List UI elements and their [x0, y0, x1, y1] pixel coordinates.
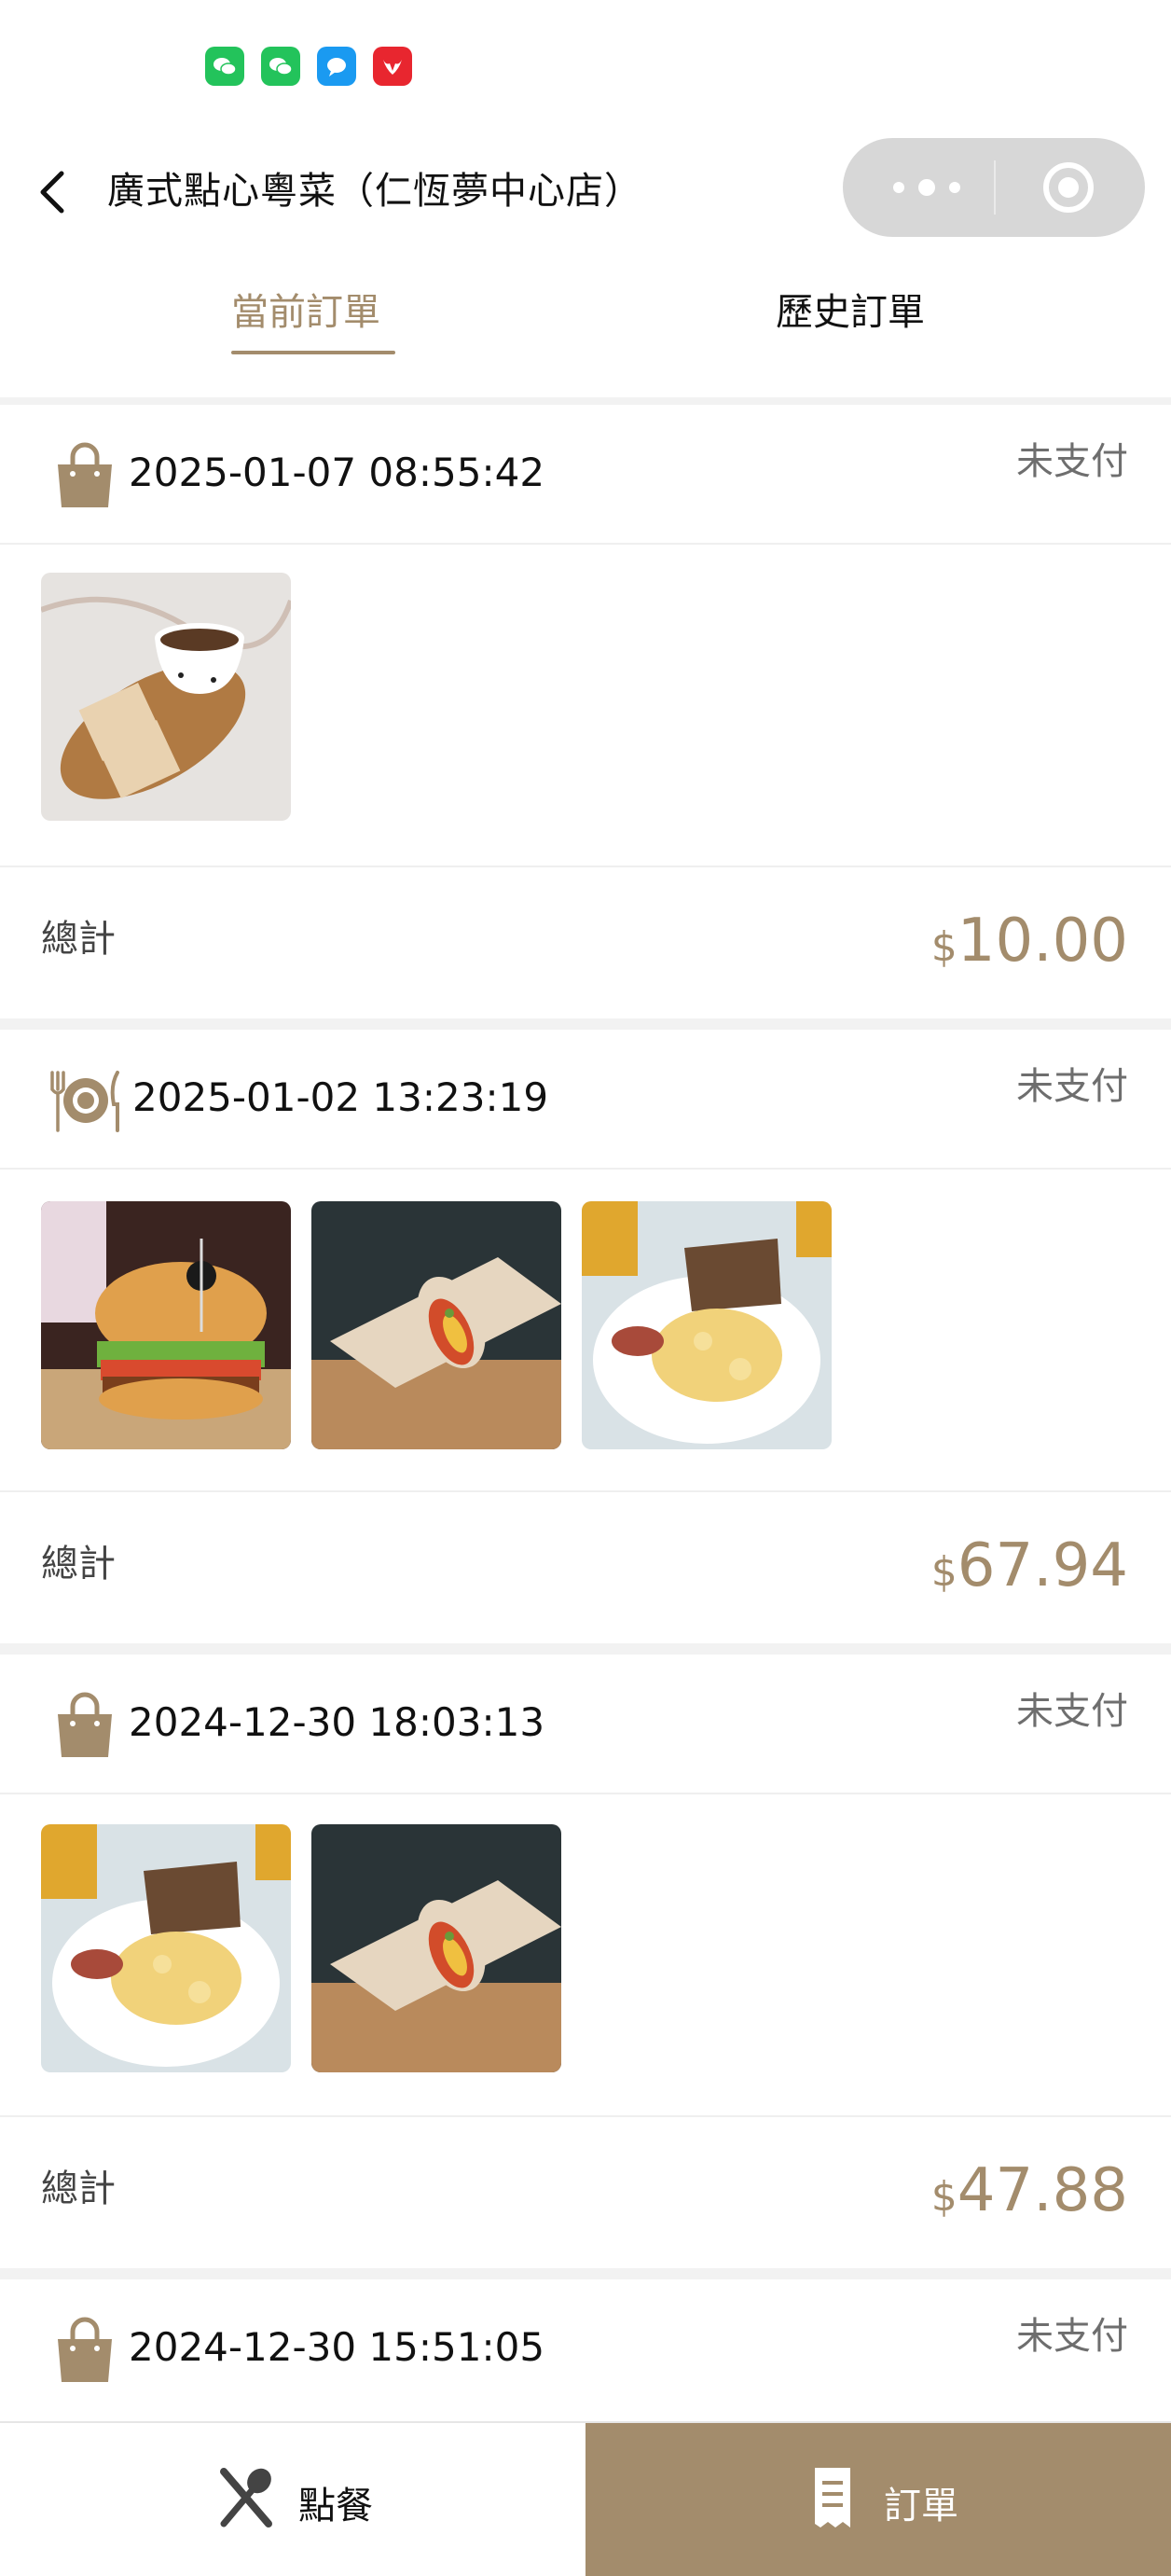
bull-app-icon [373, 47, 412, 86]
amount-value: 10.00 [957, 907, 1128, 976]
order-card[interactable]: 2024-12-30 18:03:13 未支付 總計 $47.88 [0, 1655, 1171, 2268]
order-header: 2024-12-30 18:03:13 未支付 [0, 1655, 1171, 1794]
tab-history-orders[interactable]: 歷史訂單 [776, 282, 925, 336]
payment-status: 未支付 [1016, 440, 1128, 483]
order-datetime: 2025-01-07 08:55:42 [129, 450, 545, 495]
more-dots-icon[interactable] [885, 172, 969, 203]
shopping-bag-icon [52, 1692, 117, 1759]
order-card[interactable]: 2024-12-30 15:51:05 未支付 [0, 2279, 1171, 2421]
item-image-wrap [311, 1201, 561, 1449]
nav-header: 廣式點心粵菜（仁恆夢中心店） [0, 121, 1171, 261]
tab-current-orders[interactable]: 當前訂單 [231, 282, 380, 336]
active-tab-indicator [231, 351, 395, 354]
back-arrow-icon[interactable] [35, 166, 73, 218]
payment-status: 未支付 [1016, 2315, 1128, 2358]
wechat-icon [205, 47, 244, 86]
bottom-nav: 點餐 訂單 [0, 2421, 1171, 2576]
order-card[interactable]: 2025-01-02 13:23:19 未支付 總計 $67.94 [0, 1030, 1171, 1643]
nav-item-orders[interactable]: 訂單 [586, 2423, 1171, 2576]
order-datetime: 2025-01-02 13:23:19 [132, 1074, 549, 1120]
amount-value: 47.88 [957, 2156, 1128, 2225]
shopping-bag-icon [52, 442, 117, 509]
payment-status: 未支付 [1016, 1690, 1128, 1733]
nav-label: 點餐 [298, 2485, 373, 2528]
message-icon [317, 47, 356, 86]
total-label: 總計 [41, 2167, 116, 2210]
capsule-divider [994, 160, 996, 215]
nav-label: 訂單 [884, 2485, 958, 2528]
mini-program-capsule [843, 138, 1145, 237]
order-total-row: 總計 $47.88 [0, 2115, 1171, 2272]
order-header: 2024-12-30 15:51:05 未支付 [0, 2279, 1171, 2417]
order-amount: $67.94 [931, 1531, 1128, 1600]
payment-status: 未支付 [1016, 1065, 1128, 1108]
currency-symbol: $ [930, 1548, 957, 1596]
order-amount: $47.88 [931, 2156, 1128, 2225]
order-card[interactable]: 2025-01-07 08:55:42 未支付 總計 $10.00 [0, 405, 1171, 1018]
item-image-burger [41, 1201, 291, 1449]
total-label: 總計 [41, 1543, 116, 1586]
dine-in-icon [47, 1067, 125, 1134]
order-total-row: 總計 $67.94 [0, 1490, 1171, 1647]
order-header: 2025-01-02 13:23:19 未支付 [0, 1030, 1171, 1170]
total-label: 總計 [41, 918, 116, 961]
order-amount: $10.00 [931, 907, 1128, 976]
status-bar [0, 0, 1171, 121]
shopping-bag-icon [52, 2317, 117, 2384]
order-tabs: 當前訂單 歷史訂單 [0, 261, 1171, 397]
item-image-wrap [311, 1824, 561, 2072]
utensils-icon [216, 2464, 276, 2531]
order-header: 2025-01-07 08:55:42 未支付 [0, 405, 1171, 545]
wechat-icon [261, 47, 300, 86]
nav-item-order-food[interactable]: 點餐 [0, 2423, 586, 2576]
item-image-coffee-and-toast [41, 573, 291, 821]
item-image-scrambled-eggs [582, 1201, 832, 1449]
item-image-scrambled-eggs [41, 1824, 291, 2072]
order-datetime: 2024-12-30 15:51:05 [129, 2324, 545, 2370]
amount-value: 67.94 [957, 1531, 1128, 1600]
target-icon[interactable] [1042, 161, 1095, 214]
order-datetime: 2024-12-30 18:03:13 [129, 1699, 545, 1745]
order-total-row: 總計 $10.00 [0, 866, 1171, 1022]
receipt-icon [809, 2464, 856, 2531]
page-title: 廣式點心粵菜（仁恆夢中心店） [107, 170, 642, 213]
currency-symbol: $ [930, 923, 957, 971]
currency-symbol: $ [930, 2173, 957, 2221]
